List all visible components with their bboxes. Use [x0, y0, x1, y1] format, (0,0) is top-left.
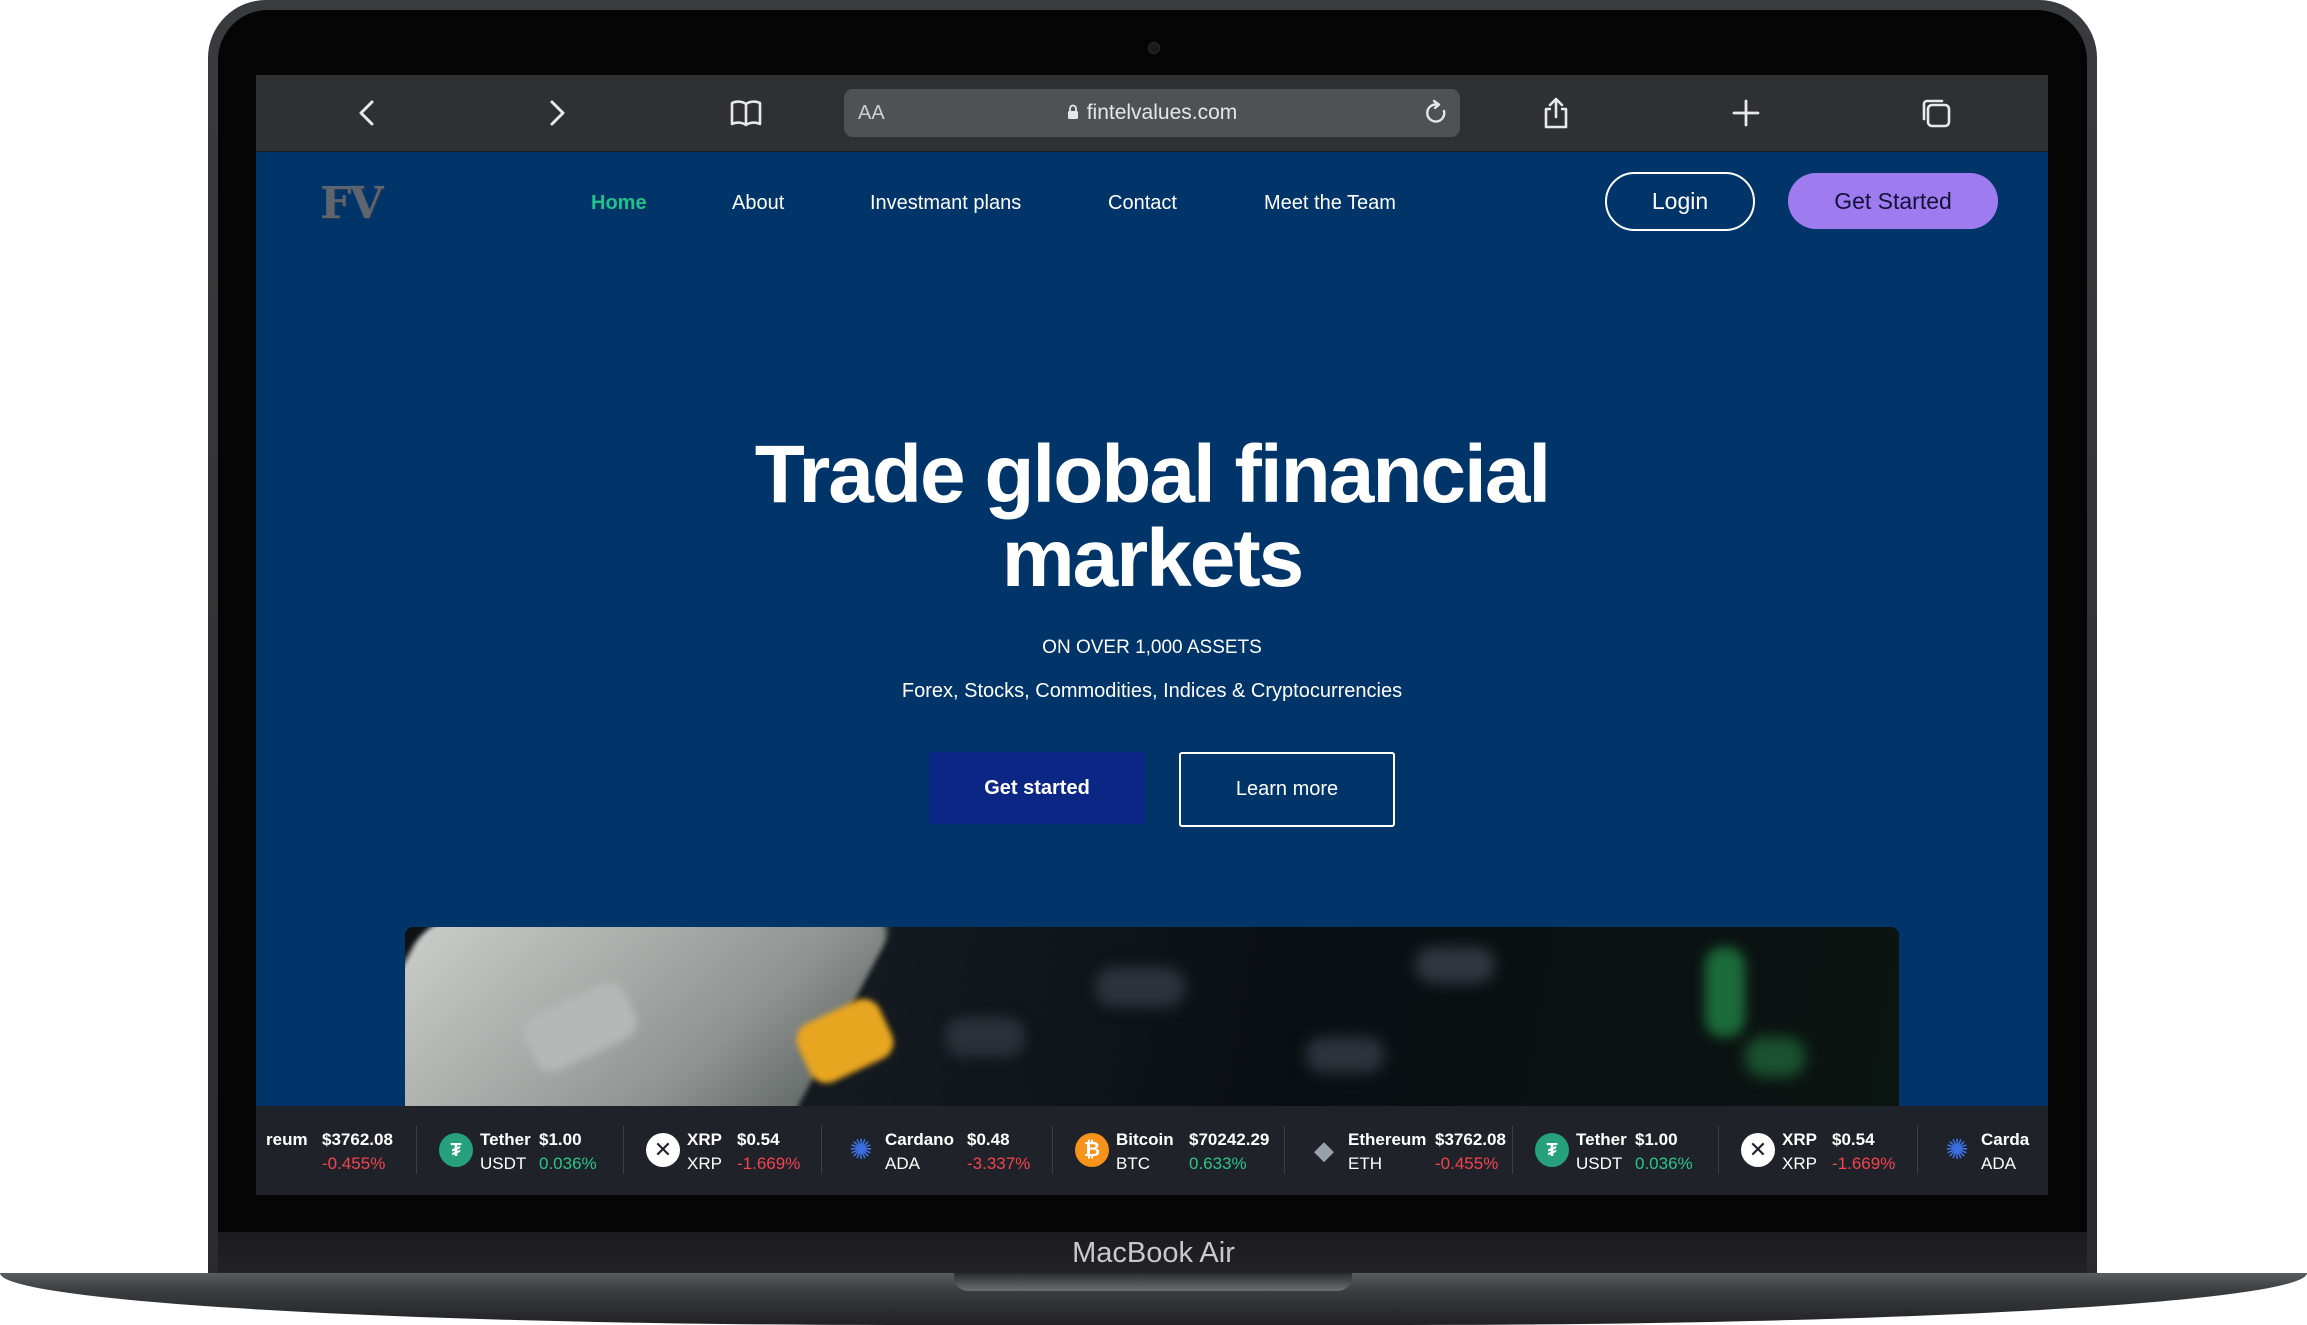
- site-logo[interactable]: FV: [320, 178, 383, 229]
- ticker-name: Carda: [1981, 1130, 2030, 1149]
- ticker-name: Tether: [480, 1130, 531, 1149]
- ticker-name: Ethereum: [1348, 1130, 1427, 1149]
- ticker-change: -0.455%: [322, 1154, 386, 1173]
- ticker-name: XRP: [687, 1130, 722, 1149]
- ticker-name: Tether: [1576, 1130, 1627, 1149]
- hero-subtitle: ON OVER 1,000 ASSETS: [1042, 637, 1262, 658]
- back-icon[interactable]: [350, 95, 386, 131]
- ticker-symbol: ETH: [1348, 1154, 1382, 1173]
- ticker-symbol: XRP: [1782, 1154, 1817, 1173]
- ticker-name: Bitcoin: [1116, 1130, 1174, 1149]
- address-bar[interactable]: AA fintelvalues.com: [844, 89, 1460, 137]
- ticker-price: $1.00: [539, 1130, 582, 1149]
- ticker-divider: [1917, 1126, 1918, 1174]
- ticker-symbol: BTC: [1116, 1154, 1150, 1173]
- ticker-symbol: ADA: [885, 1154, 920, 1173]
- ticker-change: 0.633%: [1189, 1154, 1247, 1173]
- ticker-change: -0.455%: [1435, 1154, 1499, 1173]
- cardano-icon: ✺: [849, 1134, 873, 1165]
- ticker-price: $70242.29: [1189, 1130, 1270, 1149]
- xrp-icon: ✕: [1741, 1133, 1775, 1167]
- ticker-change: -3.337%: [967, 1154, 1031, 1173]
- ticker-change: -1.669%: [1832, 1154, 1896, 1173]
- nav-meet-the-team[interactable]: Meet the Team: [1264, 192, 1396, 215]
- nav-contact[interactable]: Contact: [1108, 192, 1177, 215]
- ticker-change: 0.036%: [539, 1154, 597, 1173]
- tabs-overview-icon[interactable]: [1918, 95, 1954, 131]
- forward-icon[interactable]: [538, 95, 574, 131]
- url-text: fintelvalues.com: [1086, 101, 1238, 124]
- ticker-symbol: ADA: [1981, 1154, 2016, 1173]
- ticker-change: 0.036%: [1635, 1154, 1693, 1173]
- crypto-ticker: reum $3762.08 -0.455% ₮ Tether USDT $1.0…: [256, 1106, 2048, 1195]
- nav-home[interactable]: Home: [591, 192, 647, 215]
- site-navbar: FV Home About Investmant plans Contact M…: [256, 152, 2048, 252]
- ticker-divider: [416, 1126, 417, 1174]
- ticker-divider: [623, 1126, 624, 1174]
- ticker-divider: [1052, 1126, 1053, 1174]
- bookmarks-icon[interactable]: [728, 95, 764, 131]
- laptop-notch: [954, 1273, 1352, 1291]
- login-button[interactable]: Login: [1605, 172, 1755, 231]
- ticker-price: $3762.08: [322, 1130, 393, 1149]
- ticker-name: reum: [266, 1130, 308, 1149]
- ticker-symbol: USDT: [480, 1154, 527, 1173]
- xrp-icon: ✕: [646, 1133, 680, 1167]
- nav-investment-plans[interactable]: Investmant plans: [870, 192, 1021, 215]
- ticker-price: $0.48: [967, 1130, 1010, 1149]
- reload-icon[interactable]: [1420, 97, 1452, 129]
- ticker-price: $1.00: [1635, 1130, 1678, 1149]
- hero-title: Trade global financial markets: [652, 433, 1652, 601]
- ticker-divider: [821, 1126, 822, 1174]
- ticker-name: XRP: [1782, 1130, 1817, 1149]
- browser-toolbar: AA fintelvalues.com: [256, 75, 2048, 152]
- hero-title-line2: markets: [1001, 513, 1305, 604]
- ticker-price: $0.54: [1832, 1130, 1875, 1149]
- hero-trading-image: [405, 927, 1899, 1113]
- new-tab-icon[interactable]: [1728, 95, 1764, 131]
- get-started-nav-button[interactable]: Get Started: [1788, 173, 1998, 229]
- ticker-divider: [1718, 1126, 1719, 1174]
- bitcoin-icon: ₿: [1075, 1133, 1109, 1167]
- camera-icon: [1148, 42, 1160, 54]
- learn-more-button[interactable]: Learn more: [1179, 752, 1395, 827]
- ticker-divider: [1512, 1126, 1513, 1174]
- hero-title-line1: Trade global financial: [754, 429, 1551, 520]
- ticker-price: $3762.08: [1435, 1130, 1506, 1149]
- hero-description: Forex, Stocks, Commodities, Indices & Cr…: [901, 680, 1403, 702]
- lock-icon: [1067, 90, 1079, 119]
- ticker-price: $0.54: [737, 1130, 780, 1149]
- tether-icon: ₮: [439, 1133, 473, 1167]
- share-icon[interactable]: [1538, 95, 1574, 131]
- ticker-symbol: XRP: [687, 1154, 722, 1173]
- get-started-button[interactable]: Get started: [929, 752, 1145, 824]
- ticker-change: -1.669%: [737, 1154, 801, 1173]
- cardano-icon: ✺: [1945, 1134, 1969, 1165]
- device-label: MacBook Air: [1072, 1237, 1235, 1269]
- ethereum-icon: ◆: [1314, 1135, 1334, 1165]
- ticker-divider: [1284, 1126, 1285, 1174]
- tether-icon: ₮: [1535, 1133, 1569, 1167]
- ticker-symbol: USDT: [1576, 1154, 1623, 1173]
- nav-about[interactable]: About: [732, 192, 784, 215]
- ticker-name: Cardano: [885, 1130, 954, 1149]
- screen: AA fintelvalues.com FV Home About Invest…: [256, 75, 2048, 1195]
